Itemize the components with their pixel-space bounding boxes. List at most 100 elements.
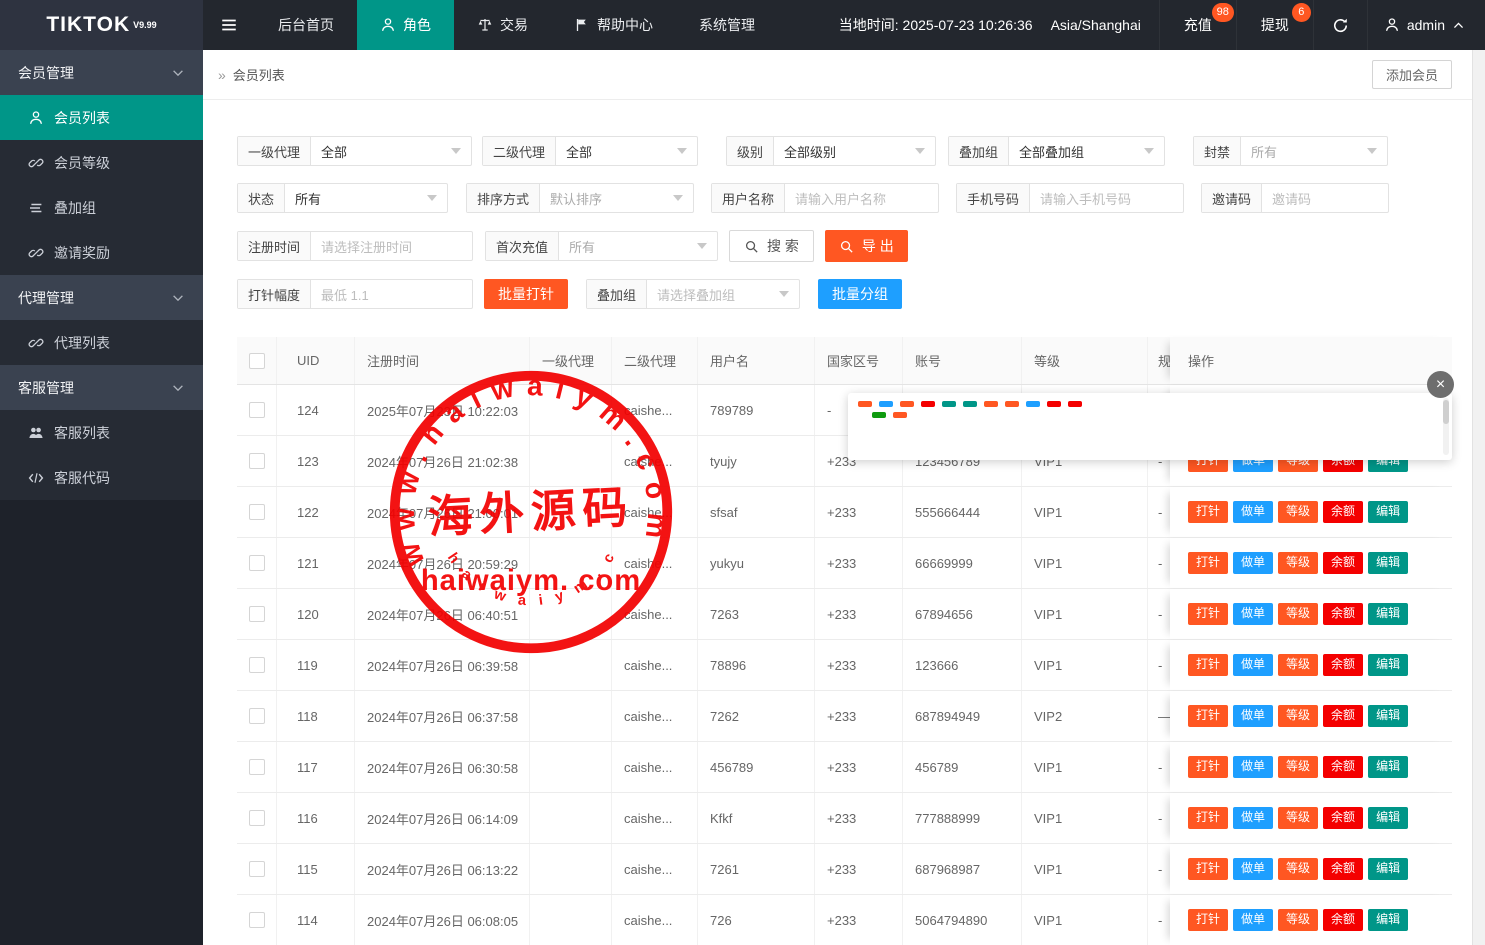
admin-user-menu[interactable]: admin bbox=[1367, 0, 1485, 50]
row-action-button[interactable]: 编辑 bbox=[1368, 756, 1408, 778]
row-action-button[interactable]: 等级 bbox=[1278, 603, 1318, 625]
popup-close-button[interactable]: × bbox=[1427, 371, 1454, 398]
select-all-checkbox[interactable] bbox=[249, 353, 265, 369]
refresh-button[interactable] bbox=[1313, 0, 1367, 50]
add-member-button[interactable]: 添加会员 bbox=[1372, 60, 1452, 89]
row-action-button[interactable]: 做单 bbox=[1233, 807, 1273, 829]
recharge-menu-item[interactable]: 充值 98 bbox=[1159, 0, 1236, 50]
row-checkbox[interactable] bbox=[249, 504, 265, 520]
row-checkbox[interactable] bbox=[249, 606, 265, 622]
first-charge-select[interactable]: 首次充值 所有 bbox=[485, 231, 718, 261]
popup-action-button[interactable] bbox=[1005, 401, 1019, 407]
sidebar-entry[interactable]: 客服列表 bbox=[0, 410, 203, 455]
row-action-button[interactable]: 等级 bbox=[1278, 552, 1318, 574]
withdraw-menu-item[interactable]: 提现 6 bbox=[1236, 0, 1313, 50]
sidebar-entry[interactable]: 客服管理 bbox=[0, 365, 203, 410]
popup-action-button[interactable] bbox=[1068, 401, 1082, 407]
row-action-button[interactable]: 做单 bbox=[1233, 756, 1273, 778]
row-action-button[interactable]: 余额 bbox=[1323, 807, 1363, 829]
row-checkbox[interactable] bbox=[249, 861, 265, 877]
top-menu-item[interactable]: 角色 bbox=[357, 0, 454, 50]
row-action-button[interactable]: 打针 bbox=[1188, 909, 1228, 931]
filter-field[interactable]: 手机号码 请输入手机号码 bbox=[956, 183, 1184, 213]
filter-field[interactable]: 排序方式 默认排序 bbox=[466, 183, 694, 213]
row-action-button[interactable]: 余额 bbox=[1323, 909, 1363, 931]
row-action-button[interactable]: 余额 bbox=[1323, 858, 1363, 880]
sidebar-entry[interactable]: 代理管理 bbox=[0, 275, 203, 320]
row-action-button[interactable]: 打针 bbox=[1188, 858, 1228, 880]
batch-group-button[interactable]: 批量分组 bbox=[818, 279, 902, 309]
row-action-button[interactable]: 等级 bbox=[1278, 909, 1318, 931]
row-action-button[interactable]: 等级 bbox=[1278, 858, 1318, 880]
row-checkbox[interactable] bbox=[249, 912, 265, 928]
batch-needle-button[interactable]: 批量打针 bbox=[484, 279, 568, 309]
row-action-button[interactable]: 编辑 bbox=[1368, 654, 1408, 676]
filter-field[interactable]: 状态 所有 bbox=[237, 183, 448, 213]
sidebar-entry[interactable]: 会员管理 bbox=[0, 50, 203, 95]
row-action-button[interactable]: 打针 bbox=[1188, 603, 1228, 625]
row-action-button[interactable]: 做单 bbox=[1233, 858, 1273, 880]
row-action-button[interactable]: 做单 bbox=[1233, 654, 1273, 676]
row-action-button[interactable]: 编辑 bbox=[1368, 501, 1408, 523]
row-action-button[interactable]: 做单 bbox=[1233, 501, 1273, 523]
top-menu-item[interactable]: 系统管理 bbox=[676, 0, 778, 50]
row-action-button[interactable]: 编辑 bbox=[1368, 807, 1408, 829]
filter-select[interactable]: 封禁 所有 bbox=[1193, 136, 1388, 166]
row-action-button[interactable]: 余额 bbox=[1323, 501, 1363, 523]
sidebar-entry[interactable]: 客服代码 bbox=[0, 455, 203, 500]
row-action-button[interactable]: 打针 bbox=[1188, 705, 1228, 727]
row-action-button[interactable]: 编辑 bbox=[1368, 552, 1408, 574]
row-action-button[interactable]: 打针 bbox=[1188, 501, 1228, 523]
sidebar-entry[interactable]: 邀请奖励 bbox=[0, 230, 203, 275]
top-menu-item[interactable]: 交易 bbox=[454, 0, 551, 50]
top-menu-item[interactable]: 后台首页 bbox=[255, 0, 357, 50]
row-checkbox[interactable] bbox=[249, 708, 265, 724]
row-action-button[interactable]: 做单 bbox=[1233, 705, 1273, 727]
row-action-button[interactable]: 做单 bbox=[1233, 909, 1273, 931]
popup-action-button[interactable] bbox=[1047, 401, 1061, 407]
row-checkbox[interactable] bbox=[249, 453, 265, 469]
popup-action-button[interactable] bbox=[921, 401, 935, 407]
row-checkbox[interactable] bbox=[249, 657, 265, 673]
popup-action-button[interactable] bbox=[942, 401, 956, 407]
register-time-field[interactable]: 注册时间 请选择注册时间 bbox=[237, 231, 473, 261]
overlay-group-select[interactable]: 叠加组 请选择叠加组 bbox=[586, 279, 800, 309]
popup-action-button[interactable] bbox=[858, 401, 872, 407]
sidebar-toggle-button[interactable] bbox=[203, 0, 255, 50]
filter-select[interactable]: 二级代理 全部 bbox=[482, 136, 698, 166]
row-action-button[interactable]: 做单 bbox=[1233, 552, 1273, 574]
filter-field[interactable]: 用户名称 请输入用户名称 bbox=[711, 183, 939, 213]
row-checkbox[interactable] bbox=[249, 555, 265, 571]
sidebar-entry[interactable]: 会员列表 bbox=[0, 95, 203, 140]
row-action-button[interactable]: 打针 bbox=[1188, 552, 1228, 574]
search-button[interactable]: 搜 索 bbox=[729, 230, 814, 262]
row-checkbox[interactable] bbox=[249, 402, 265, 418]
row-action-button[interactable]: 等级 bbox=[1278, 705, 1318, 727]
popup-action-button[interactable] bbox=[984, 401, 998, 407]
filter-select[interactable]: 一级代理 全部 bbox=[237, 136, 472, 166]
popup-action-button[interactable] bbox=[879, 401, 893, 407]
page-scrollbar[interactable] bbox=[1472, 50, 1485, 945]
row-action-button[interactable]: 等级 bbox=[1278, 807, 1318, 829]
popup-action-button[interactable] bbox=[893, 412, 907, 418]
row-action-button[interactable]: 编辑 bbox=[1368, 603, 1408, 625]
popup-action-button[interactable] bbox=[1026, 401, 1040, 407]
row-action-button[interactable]: 余额 bbox=[1323, 603, 1363, 625]
popup-action-button[interactable] bbox=[872, 412, 886, 418]
row-action-button[interactable]: 做单 bbox=[1233, 603, 1273, 625]
export-button[interactable]: 导 出 bbox=[825, 230, 908, 262]
row-action-button[interactable]: 打针 bbox=[1188, 756, 1228, 778]
filter-select[interactable]: 级别 全部级别 bbox=[726, 136, 936, 166]
popup-scrollbar-thumb[interactable] bbox=[1443, 400, 1449, 424]
sidebar-entry[interactable]: 会员等级 bbox=[0, 140, 203, 185]
row-action-button[interactable]: 等级 bbox=[1278, 756, 1318, 778]
row-checkbox[interactable] bbox=[249, 759, 265, 775]
sidebar-entry[interactable]: 叠加组 bbox=[0, 185, 203, 230]
row-action-button[interactable]: 余额 bbox=[1323, 705, 1363, 727]
row-action-button[interactable]: 余额 bbox=[1323, 552, 1363, 574]
row-action-button[interactable]: 等级 bbox=[1278, 501, 1318, 523]
row-action-button[interactable]: 编辑 bbox=[1368, 705, 1408, 727]
filter-field[interactable]: 邀请码 邀请码 bbox=[1201, 183, 1389, 213]
row-action-button[interactable]: 余额 bbox=[1323, 654, 1363, 676]
row-checkbox[interactable] bbox=[249, 810, 265, 826]
